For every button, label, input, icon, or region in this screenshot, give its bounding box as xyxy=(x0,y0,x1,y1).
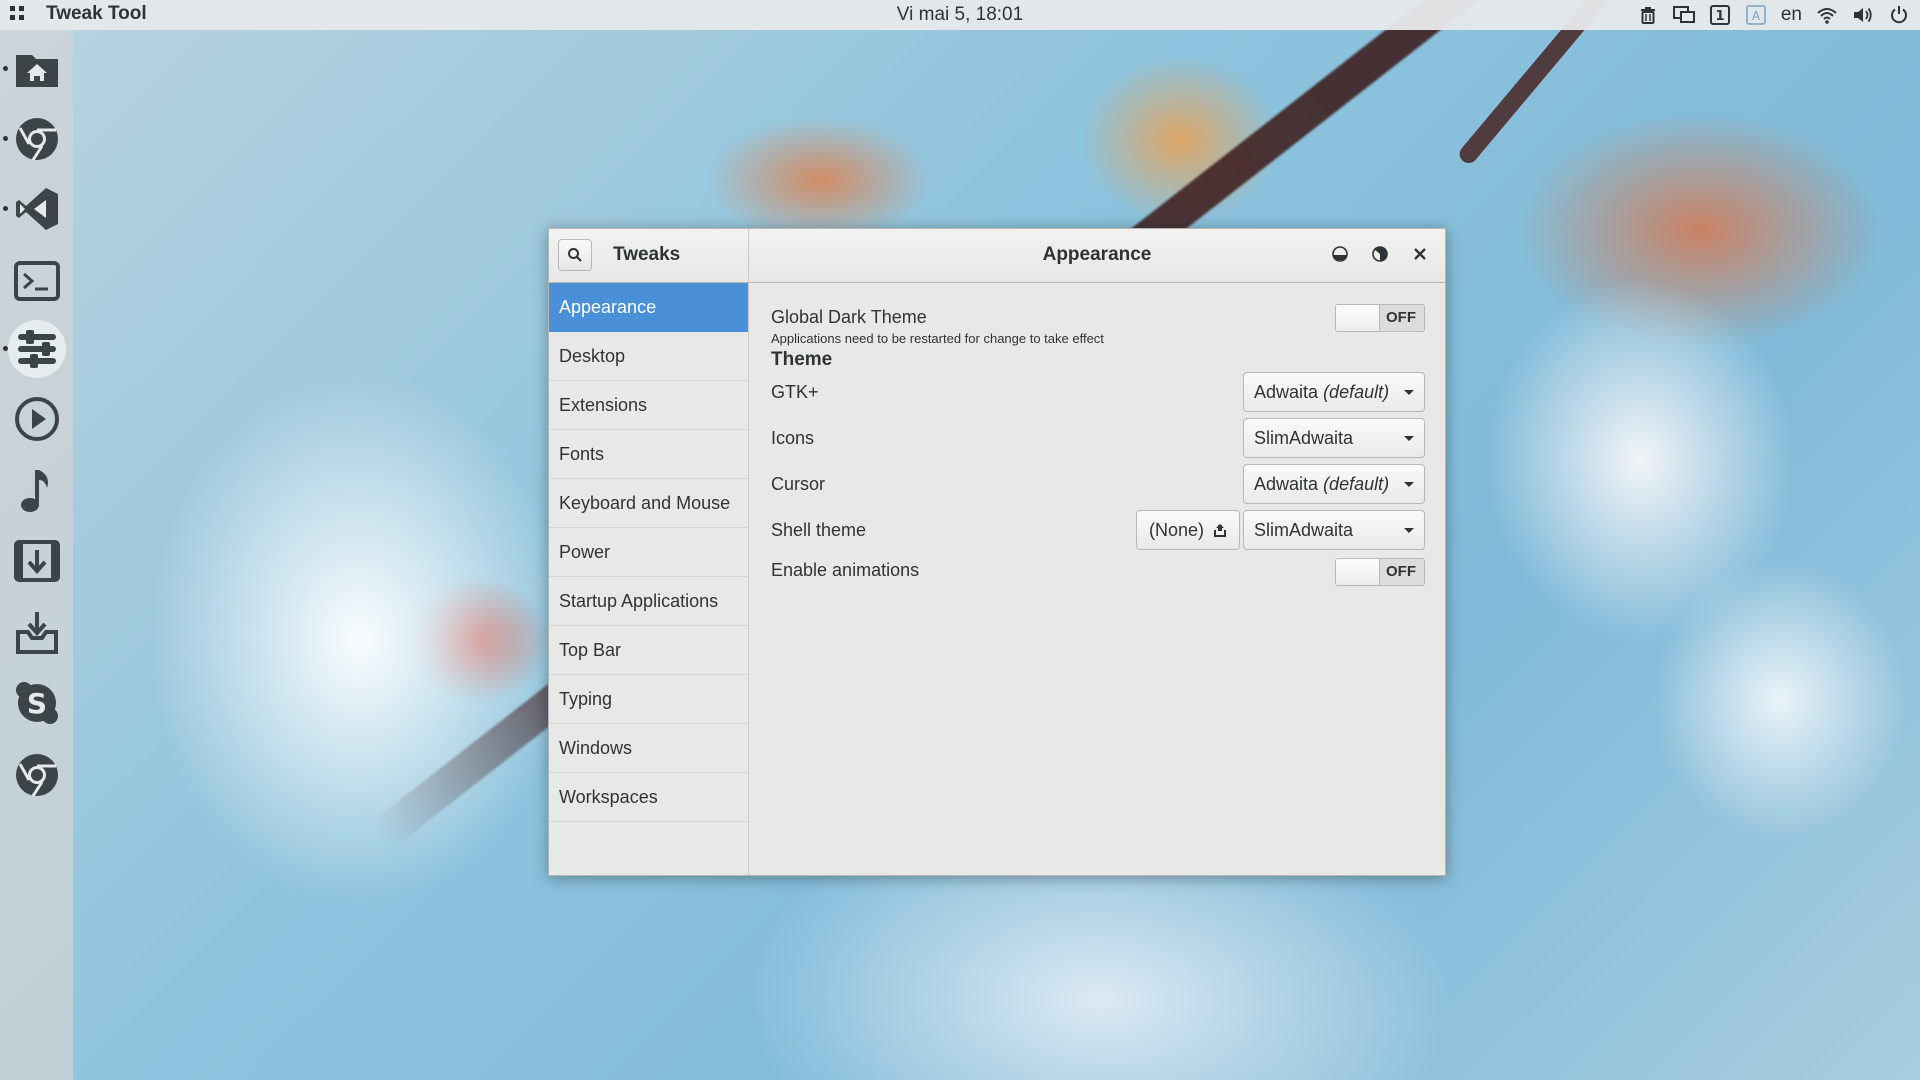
close-button[interactable] xyxy=(1409,243,1431,265)
gtk-label: GTK+ xyxy=(771,382,819,402)
shell-theme-file-value: (None) xyxy=(1149,519,1205,540)
dock-tweaks-icon[interactable] xyxy=(3,320,66,378)
switch-knob xyxy=(1336,305,1380,331)
sidebar-item-typing[interactable]: Typing xyxy=(549,675,748,724)
gtk-theme-value: Adwaita (default) xyxy=(1254,381,1390,402)
svg-text:1: 1 xyxy=(1715,9,1724,24)
trash-icon[interactable] xyxy=(1637,4,1659,26)
display-icon[interactable] xyxy=(1672,4,1695,26)
wifi-icon[interactable] xyxy=(1816,4,1838,26)
dock-film-download-icon[interactable] xyxy=(8,532,66,590)
dock-music-note-icon[interactable] xyxy=(8,462,66,520)
tweak-tool-window: Tweaks Appearance Appearance Desktop Ext… xyxy=(548,228,1446,876)
cursor-label: Cursor xyxy=(771,474,826,494)
shell-theme-file-button[interactable]: (None) xyxy=(1136,510,1240,550)
svg-text:A: A xyxy=(1752,9,1761,23)
dock-install-icon[interactable] xyxy=(8,604,66,662)
icons-theme-value: SlimAdwaita xyxy=(1254,427,1354,448)
sidebar-item-desktop[interactable]: Desktop xyxy=(549,332,748,381)
app-menu[interactable]: Tweak Tool xyxy=(46,3,147,25)
sidebar-item-workspaces[interactable]: Workspaces xyxy=(549,773,748,822)
global-dark-theme-switch[interactable]: OFF xyxy=(1335,304,1425,332)
chevron-down-icon xyxy=(1404,435,1414,441)
cursor-theme-value: Adwaita (default) xyxy=(1254,473,1390,494)
dock-chromium-icon[interactable] xyxy=(8,746,66,804)
shell-theme-value: SlimAdwaita xyxy=(1254,519,1354,540)
dock-skype-icon[interactable]: S xyxy=(8,674,66,732)
sidebar-header: Tweaks xyxy=(549,229,749,283)
switch-knob xyxy=(1336,559,1380,585)
shell-theme-dropdown[interactable]: SlimAdwaita xyxy=(1243,510,1425,550)
sidebar-item-startup-applications[interactable]: Startup Applications xyxy=(549,577,748,626)
sidebar-item-power[interactable]: Power xyxy=(549,528,748,577)
language-indicator[interactable]: en xyxy=(1781,4,1802,26)
dock-chrome-icon[interactable] xyxy=(3,110,66,168)
appearance-panel: Global Dark Theme Applications need to b… xyxy=(749,283,1445,875)
chevron-down-icon xyxy=(1404,389,1414,395)
svg-text:S: S xyxy=(27,687,47,720)
shell-theme-label: Shell theme xyxy=(771,520,867,540)
enable-animations-label: Enable animations xyxy=(771,560,920,580)
maximize-icon xyxy=(1372,246,1388,262)
workspace-1-icon[interactable]: 1 xyxy=(1709,4,1731,26)
close-icon xyxy=(1414,248,1426,260)
icons-theme-dropdown[interactable]: SlimAdwaita xyxy=(1243,418,1425,458)
chevron-down-icon xyxy=(1404,481,1414,487)
maximize-button[interactable] xyxy=(1369,243,1391,265)
gtk-theme-dropdown[interactable]: Adwaita (default) xyxy=(1243,372,1425,412)
dock: S xyxy=(0,30,73,1080)
window-controls xyxy=(1329,243,1431,265)
input-a-icon[interactable]: A xyxy=(1745,4,1767,26)
sidebar-item-keyboard-and-mouse[interactable]: Keyboard and Mouse xyxy=(549,479,748,528)
sidebar-item-windows[interactable]: Windows xyxy=(549,724,748,773)
file-open-icon xyxy=(1214,524,1227,537)
chevron-down-icon xyxy=(1404,527,1414,533)
sidebar-item-top-bar[interactable]: Top Bar xyxy=(549,626,748,675)
switch-state: OFF xyxy=(1386,309,1416,326)
tweaks-sidebar: Appearance Desktop Extensions Fonts Keyb… xyxy=(549,283,749,875)
dock-play-icon[interactable] xyxy=(8,390,66,448)
volume-icon[interactable] xyxy=(1852,4,1874,26)
icons-label: Icons xyxy=(771,428,815,448)
theme-section-heading: Theme xyxy=(771,349,833,370)
system-tray: 1 A en xyxy=(1637,4,1910,26)
dock-vscode-icon[interactable] xyxy=(3,180,66,238)
activities-grid-icon[interactable] xyxy=(10,6,26,22)
global-dark-theme-note: Applications need to be restarted for ch… xyxy=(771,331,1104,346)
sidebar-item-extensions[interactable]: Extensions xyxy=(549,381,748,430)
switch-state: OFF xyxy=(1386,563,1416,580)
dock-files-home-folder-icon[interactable] xyxy=(3,40,66,98)
cursor-theme-dropdown[interactable]: Adwaita (default) xyxy=(1243,464,1425,504)
sidebar-item-fonts[interactable]: Fonts xyxy=(549,430,748,479)
search-icon xyxy=(568,248,582,262)
minimize-icon xyxy=(1332,246,1348,262)
enable-animations-switch[interactable]: OFF xyxy=(1335,558,1425,586)
clock[interactable]: Vi mai 5, 18:01 xyxy=(0,4,1920,26)
sidebar-title: Tweaks xyxy=(613,244,681,265)
top-bar: Tweak Tool Vi mai 5, 18:01 1 A en xyxy=(0,0,1920,30)
power-icon[interactable] xyxy=(1888,4,1910,26)
header-bar: Tweaks Appearance xyxy=(549,229,1445,283)
sidebar-item-appearance[interactable]: Appearance xyxy=(549,283,748,332)
minimize-button[interactable] xyxy=(1329,243,1351,265)
global-dark-theme-label: Global Dark Theme xyxy=(771,307,927,327)
dock-terminal-icon[interactable] xyxy=(8,252,66,310)
search-button[interactable] xyxy=(558,239,592,271)
